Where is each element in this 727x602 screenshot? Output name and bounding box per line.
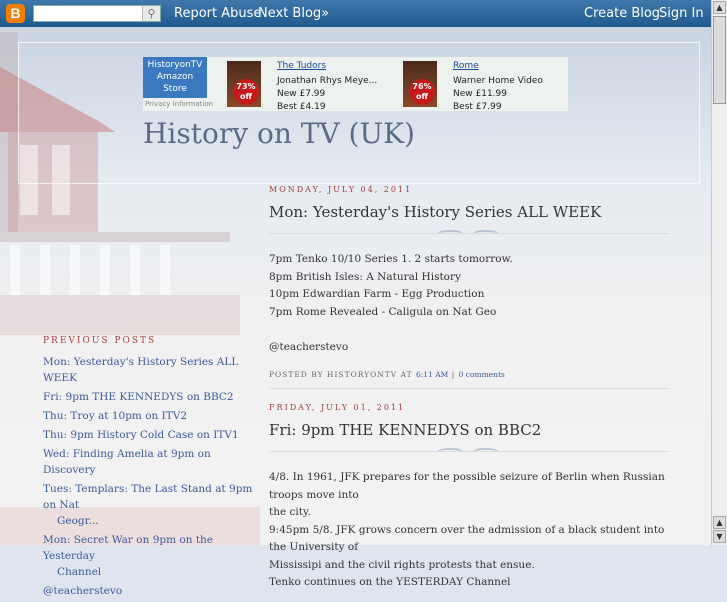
product-line1: Warner Home Video [453, 76, 543, 86]
blogger-logo-icon[interactable]: B [6, 4, 25, 23]
vertical-scrollbar[interactable]: ▲ ▲ ▼ [711, 0, 727, 545]
post-title[interactable]: Fri: 9pm THE KENNEDYS on BBC2 [269, 421, 669, 439]
search-icon[interactable]: ⚲ [142, 6, 160, 21]
store-label-line1: HistoryonTV [147, 60, 203, 70]
product-line2: New £7.99 [277, 89, 326, 99]
search-input[interactable]: ⚲ [33, 5, 161, 22]
posted-by-label: POSTED BY HISTORYONTV AT [269, 370, 413, 379]
sidebar-post-link[interactable]: Thu: 9pm History Cold Case on ITV1 [43, 427, 253, 443]
post-line: 7pm Rome Revealed - Caligula on Nat Geo [269, 305, 497, 318]
previous-posts-heading: PREVIOUS POSTS [43, 336, 157, 346]
post-divider [269, 227, 669, 241]
post-line [269, 321, 669, 339]
link-text: Mon: Secret War on 9pm on the Yesterday [43, 534, 214, 562]
post: MONDAY, JULY 04, 2011 Mon: Yesterday's H… [269, 185, 669, 389]
link-text: Tues: Templars: The Last Stand at 9pm on… [43, 483, 253, 511]
main-posts: MONDAY, JULY 04, 2011 Mon: Yesterday's H… [269, 185, 669, 592]
post-line: Tenko continues on the YESTERDAY Channel [269, 576, 511, 588]
sidebar-post-link[interactable]: @teacherstevo [43, 583, 253, 599]
post-line: the city. [269, 506, 311, 518]
product-line3: Best £7.99 [453, 102, 502, 112]
post-line: 7pm Tenko 10/10 Series 1. 2 starts tomor… [269, 253, 513, 265]
sidebar-post-link[interactable]: Thu: Troy at 10pm on ITV2 [43, 408, 253, 424]
discount-badge: 73% off [233, 79, 259, 105]
scroll-down-icon[interactable]: ▼ [713, 530, 726, 543]
scroll-up-icon-bottom[interactable]: ▲ [713, 516, 726, 529]
sidebar-post-link[interactable]: Fri: 9pm THE KENNEDYS on BBC2 [43, 389, 253, 405]
post-body: 4/8. In 1961, JFK prepares for the possi… [269, 469, 669, 592]
comments-link[interactable]: 0 comments [459, 370, 505, 379]
post-date: MONDAY, JULY 04, 2011 [269, 185, 413, 194]
privacy-information-link[interactable]: Privacy Information [145, 100, 213, 108]
sidebar-post-link[interactable]: Mon: Yesterday's History Series ALL WEEK [43, 354, 253, 386]
product-line1: Jonathan Rhys Meye... [277, 76, 378, 86]
post-body: 7pm Tenko 10/10 Series 1. 2 starts tomor… [269, 251, 669, 356]
post-time-link[interactable]: 6:11 AM [416, 370, 448, 379]
post-date: FRIDAY, JULY 01, 2011 [269, 403, 406, 412]
blog-title[interactable]: History on TV (UK) [143, 117, 415, 150]
product-title-link[interactable]: Rome [453, 61, 479, 71]
ad-product-rome[interactable]: 76% off Rome Warner Home Video New £11.99… [403, 59, 563, 112]
scrollbar-thumb[interactable] [713, 16, 726, 104]
report-abuse-link[interactable]: Report Abuse [174, 6, 261, 21]
sidebar: PREVIOUS POSTS Mon: Yesterday's History … [43, 336, 253, 602]
previous-posts-list: Mon: Yesterday's History Series ALL WEEK… [43, 354, 253, 599]
post-line: 8pm British Isles: A Natural History [269, 270, 461, 283]
link-text-cont: Geogr... [57, 515, 99, 527]
post-line: Mississipi and the civil rights protests… [269, 558, 535, 571]
create-blog-link[interactable]: Create Blog [584, 6, 660, 21]
store-label-line2: Amazon [156, 72, 194, 82]
post: FRIDAY, JULY 01, 2011 Fri: 9pm THE KENNE… [269, 403, 669, 592]
sign-in-link[interactable]: Sign In [659, 6, 704, 21]
store-label-line3: Store [163, 84, 187, 94]
post-footer: POSTED BY HISTORYONTV AT 6:11 AM | 0 com… [269, 370, 669, 389]
sidebar-post-link[interactable]: Tues: Templars: The Last Stand at 9pm on… [43, 481, 253, 529]
post-line: 10pm Edwardian Farm - Egg Production [269, 288, 485, 300]
sidebar-post-link[interactable]: Wed: Finding Amelia at 9pm on Discovery [43, 446, 253, 478]
post-line: @teacherstevo [269, 340, 349, 353]
sidebar-post-link[interactable]: Mon: Secret War on 9pm on the Yesterday C… [43, 532, 253, 580]
link-text-cont: Channel [57, 566, 102, 578]
post-line: 9:45pm 5/8. JFK grows concern over the a… [269, 523, 665, 554]
post-title[interactable]: Mon: Yesterday's History Series ALL WEEK [269, 203, 669, 221]
discount-badge: 76% off [409, 79, 435, 105]
scroll-up-icon[interactable]: ▲ [713, 1, 726, 14]
amazon-store-button[interactable]: HistoryonTV Amazon Store [143, 57, 207, 98]
post-divider [269, 445, 669, 459]
amazon-ad-widget: HistoryonTV Amazon Store Privacy Informa… [143, 57, 568, 112]
product-line3: Best £4.19 [277, 102, 326, 112]
product-line2: New £11.99 [453, 89, 507, 99]
next-blog-link[interactable]: Next Blog» [258, 6, 329, 21]
product-title-link[interactable]: The Tudors [277, 61, 326, 71]
post-line: 4/8. In 1961, JFK prepares for the possi… [269, 471, 665, 501]
blogger-navbar: B ⚲ Report Abuse Next Blog» Create Blog … [0, 0, 712, 27]
footer-separator: | [451, 370, 456, 379]
ad-product-tudors[interactable]: 73% off The Tudors Jonathan Rhys Meye... … [227, 59, 387, 112]
